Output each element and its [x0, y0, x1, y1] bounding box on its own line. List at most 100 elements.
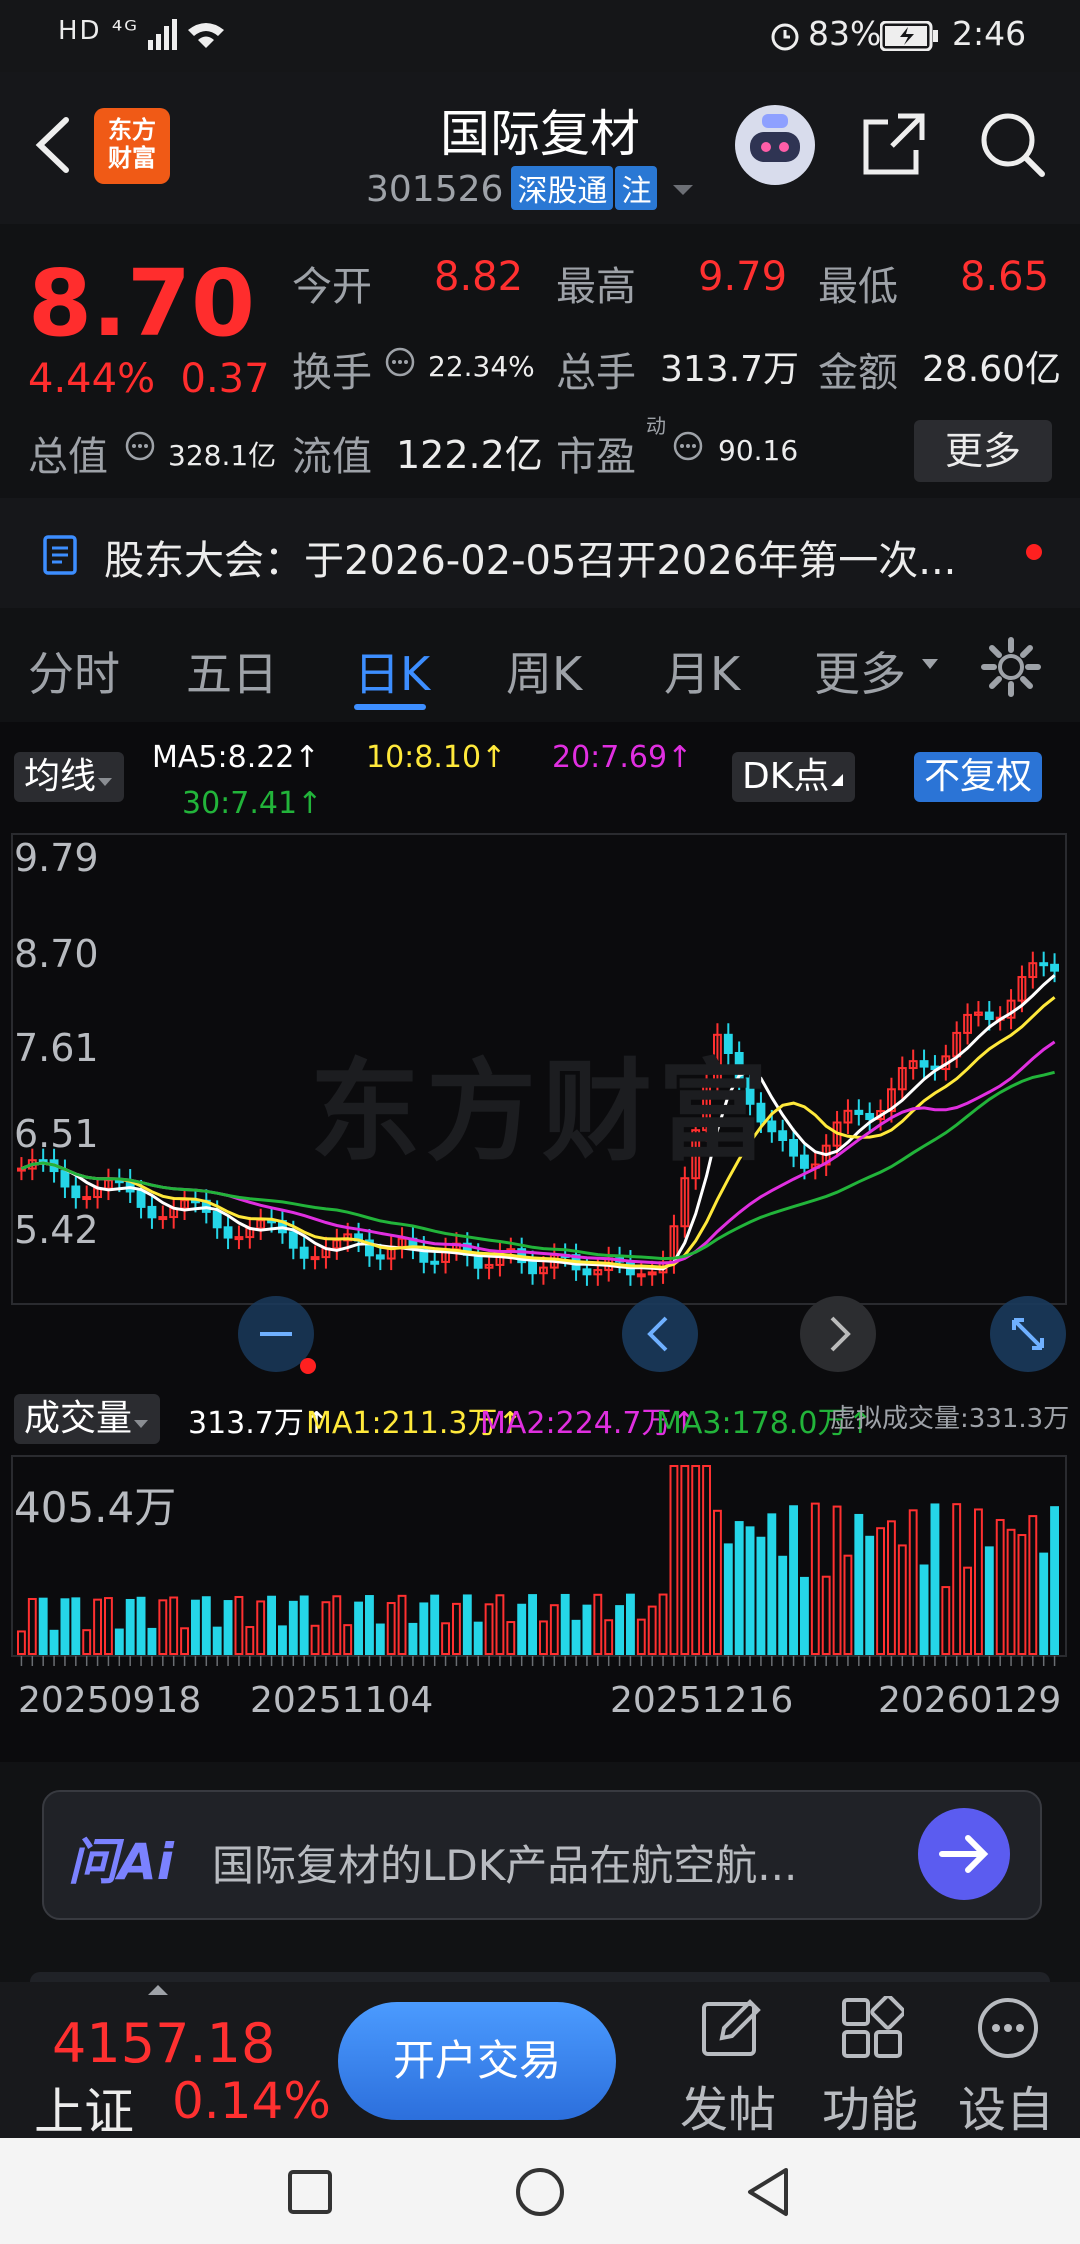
grid-icon[interactable] [840, 1994, 906, 2064]
volume-bar [419, 1602, 429, 1656]
candle-body [800, 1154, 809, 1169]
low-label: 最低 [818, 264, 898, 310]
volume-bar [723, 1543, 733, 1655]
search-icon[interactable] [976, 108, 1048, 184]
alarm-icon [768, 18, 802, 60]
volume-bar [800, 1576, 809, 1655]
date-label: 20251216 [610, 1680, 794, 1721]
volume-bar [17, 1630, 26, 1656]
candle-body [647, 1271, 657, 1276]
volume-bar [560, 1593, 570, 1656]
amount-label: 金额 [818, 350, 898, 396]
volume-bar [1039, 1552, 1049, 1655]
volume-bar [789, 1505, 798, 1655]
info-icon[interactable] [672, 430, 704, 466]
more-quote-button[interactable]: 更多 [914, 420, 1052, 482]
scroll-left-button[interactable] [620, 1294, 700, 1378]
tab-weekly-k[interactable]: 周K [506, 638, 582, 704]
info-icon[interactable] [384, 346, 416, 382]
volume-bar [843, 1554, 853, 1656]
post-button-label[interactable]: 发帖 [680, 2070, 776, 2140]
more-dots-icon[interactable] [976, 1996, 1040, 2064]
stock-code-row[interactable]: 301526 深股通注 [366, 166, 697, 210]
share-icon[interactable] [858, 108, 930, 184]
market-cap-label: 总值 [28, 434, 108, 480]
price-axis-label: 8.70 [14, 932, 99, 976]
battery-percent: 83% [808, 14, 882, 53]
volume-bar [658, 1593, 668, 1656]
volume-selector[interactable]: 成交量 [14, 1394, 161, 1444]
volume-bar [1050, 1506, 1059, 1655]
volume-bar [180, 1627, 189, 1655]
open-account-trade-button[interactable]: 开户交易 [338, 2002, 616, 2120]
info-icon[interactable] [124, 430, 156, 466]
candle-body [865, 1112, 875, 1121]
volume-bar [539, 1620, 548, 1655]
tab-more[interactable]: 更多 [814, 638, 906, 704]
kline-svg[interactable] [0, 722, 1080, 1762]
candle-body [1039, 962, 1049, 967]
volume-bar [299, 1595, 309, 1656]
volume-bar [593, 1593, 603, 1656]
volume-bar [908, 1509, 918, 1655]
volume-axis-max: 405.4万 [14, 1483, 177, 1532]
edit-icon[interactable] [700, 1996, 764, 2064]
volume-bar [114, 1628, 124, 1656]
price-axis-label: 6.51 [14, 1112, 99, 1156]
registration-badge: 注 [615, 166, 658, 210]
chevron-up-icon[interactable] [146, 1982, 170, 2001]
volume-bar [245, 1626, 255, 1656]
indicator-dot [300, 1358, 316, 1374]
candle-body [299, 1246, 309, 1259]
ai-logo: 问Ai [68, 1833, 174, 1891]
active-tab-indicator [354, 704, 426, 710]
volume-bar [528, 1594, 537, 1655]
gear-icon[interactable] [980, 636, 1042, 702]
quote-panel: 8.70 4.44% 0.37 今开 8.82 最高 9.79 最低 8.65 … [0, 224, 1080, 494]
volume-selector-label: 成交量 [24, 1398, 133, 1439]
back-triangle-icon[interactable] [744, 2166, 792, 2222]
low-value: 8.65 [960, 254, 1050, 300]
stock-header: 东方 财富 国际复材 301526 深股通注 [0, 72, 1080, 224]
candle-body [984, 1011, 994, 1020]
volume-bar [517, 1603, 527, 1655]
ai-question-bar[interactable]: 问Ai 国际复材的LDK产品在航空航... [42, 1790, 1042, 1920]
status-bar: HD ⁴ᴳ 83% 2:46 [0, 0, 1080, 72]
volume-bar [626, 1593, 635, 1655]
ai-prompt-text: 国际复材的LDK产品在航空航... [212, 1841, 798, 1890]
tab-five-day[interactable]: 五日 [186, 638, 278, 704]
recents-icon[interactable] [286, 2168, 334, 2220]
function-button-label[interactable]: 功能 [822, 2070, 918, 2140]
volume-bar [1017, 1534, 1027, 1655]
index-value[interactable]: 4157.18 [52, 2012, 275, 2075]
volume-bar [288, 1600, 298, 1655]
volume-bar [887, 1520, 896, 1655]
volume-bar [462, 1594, 472, 1655]
turnover-label: 换手 [292, 350, 372, 396]
announcement-bar[interactable]: 股东大会：于2026-02-05召开2026年第一次... [0, 498, 1080, 608]
volume-bar [93, 1598, 102, 1655]
volume-bar [495, 1594, 505, 1655]
volume-bar [147, 1627, 157, 1655]
price-change: 4.44% 0.37 [28, 356, 270, 402]
volume-bar [136, 1596, 146, 1655]
candle-body [60, 1170, 70, 1188]
volume-label: 总手 [556, 350, 636, 396]
tab-intraday[interactable]: 分时 [28, 638, 120, 704]
home-icon[interactable] [514, 2166, 566, 2222]
tab-monthly-k[interactable]: 月K [664, 638, 740, 704]
volume-bar [919, 1564, 929, 1655]
sheet-edge [30, 1972, 1050, 1982]
volume-bar [267, 1595, 276, 1655]
volume-bar [158, 1599, 168, 1655]
last-price: 8.70 [28, 250, 255, 357]
send-arrow-icon[interactable] [916, 1806, 1012, 1906]
fullscreen-button[interactable] [988, 1294, 1068, 1378]
volume-bar [876, 1527, 885, 1656]
price-axis-label: 7.61 [14, 1026, 99, 1070]
settings-button-label[interactable]: 设自 [958, 2070, 1054, 2140]
scroll-right-button[interactable] [798, 1294, 878, 1378]
volume-bar [71, 1597, 81, 1656]
robot-assistant-icon[interactable] [732, 102, 818, 192]
tab-daily-k[interactable]: 日K [354, 638, 430, 704]
